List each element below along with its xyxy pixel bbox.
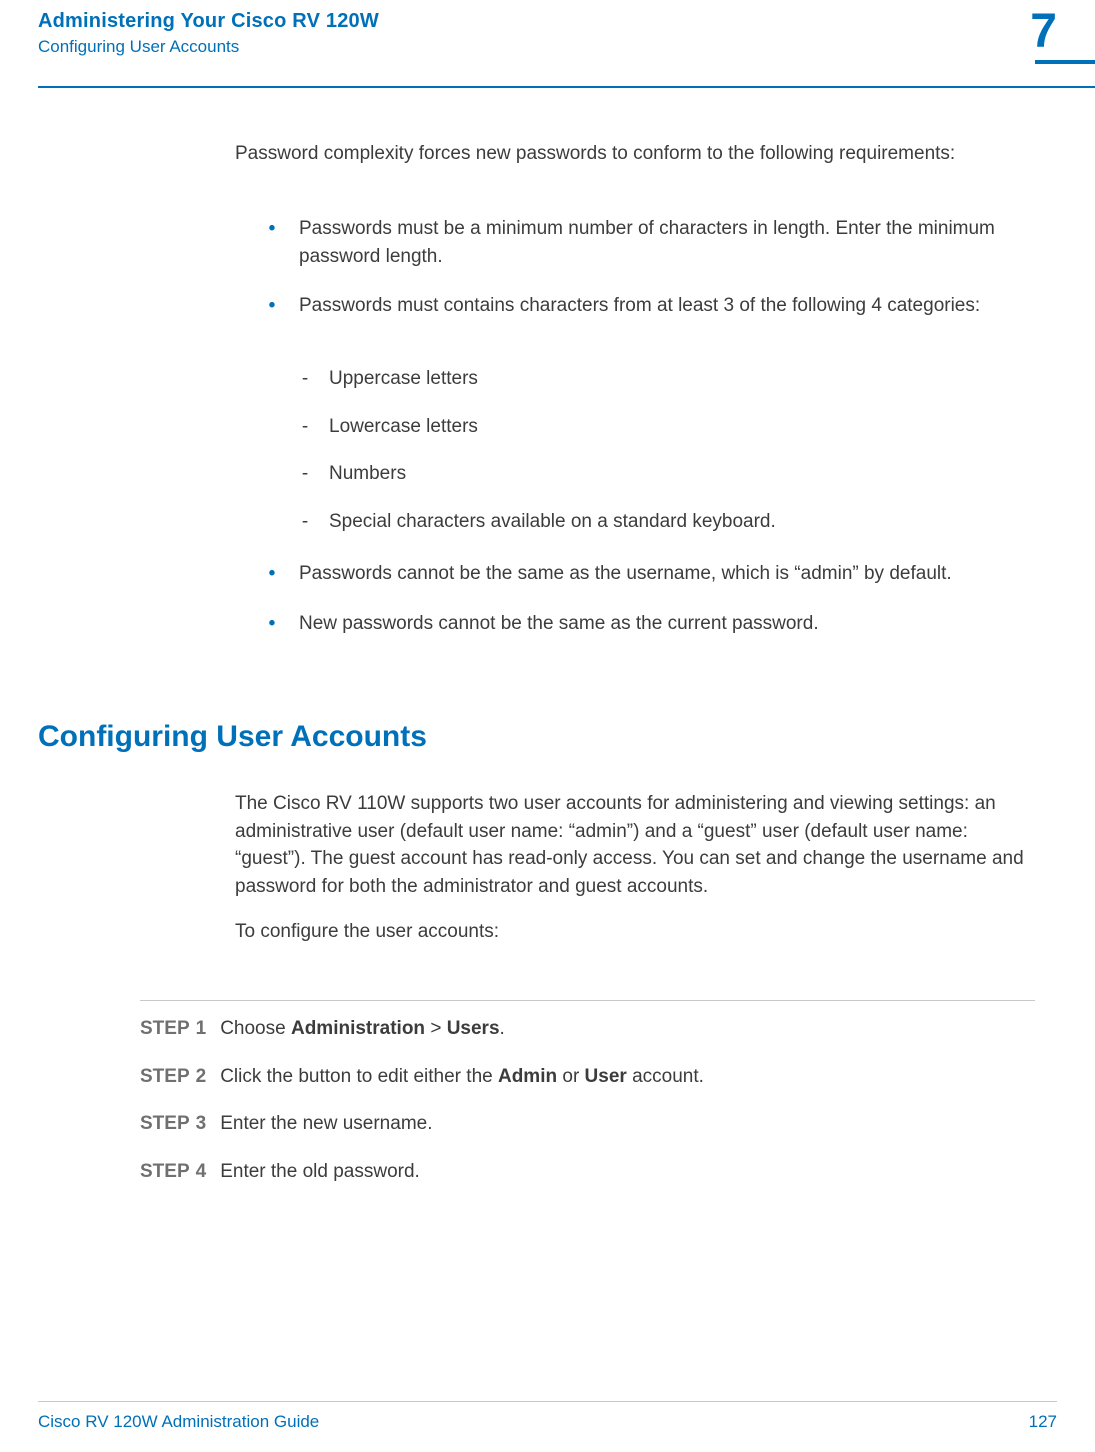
list-item: • New passwords cannot be the same as th… [235,610,1035,638]
bullet-text: Passwords must be a minimum number of ch… [299,215,1035,270]
chapter-number: 7 [1030,4,1057,59]
step-text-part: Choose [220,1018,291,1039]
steps-block: STEP 1 Choose Administration > Users. ST… [140,1000,1035,1185]
section-heading: Configuring User Accounts [38,720,427,754]
step-text-bold: Admin [498,1066,557,1087]
step-text-bold: Users [447,1018,500,1039]
step-label: STEP [140,1015,190,1043]
section-heading-wrap: Configuring User Accounts [38,720,427,754]
page-footer: Cisco RV 120W Administration Guide 127 [38,1412,1057,1432]
list-item: - Special characters available on a stan… [235,508,1035,536]
step-row: STEP 1 Choose Administration > Users. [140,1015,1035,1043]
step-text-part: Enter the old password. [220,1161,420,1182]
step-text-part: > [425,1018,447,1039]
intro-block: Password complexity forces new passwords… [235,140,1035,168]
bullet-list: • Passwords must be a minimum number of … [235,215,1035,320]
sub-bullet-text: Special characters available on a standa… [329,508,776,536]
step-number: 4 [190,1158,221,1186]
section-body: The Cisco RV 110W supports two user acco… [235,790,1035,946]
header-subtitle: Configuring User Accounts [38,37,1057,57]
step-text-part: or [557,1066,584,1087]
footer-left: Cisco RV 120W Administration Guide [38,1412,319,1432]
sub-bullet-text: Uppercase letters [329,365,478,393]
step-label: STEP [140,1063,190,1091]
step-text-part: Enter the new username. [220,1113,432,1134]
bullet-list-after: • Passwords cannot be the same as the us… [235,560,1035,637]
sub-bullet-text: Lowercase letters [329,413,478,441]
step-text-part: Click the button to edit either the [220,1066,498,1087]
bullet-text: New passwords cannot be the same as the … [299,610,819,638]
dash-icon: - [299,413,311,441]
bullet-icon: • [265,610,279,638]
list-item: - Uppercase letters [235,365,1035,393]
list-item: • Passwords must contains characters fro… [235,292,1035,320]
header-title: Administering Your Cisco RV 120W [38,10,1057,33]
dash-icon: - [299,508,311,536]
dash-icon: - [299,365,311,393]
header-rule [38,86,1095,88]
section-para-1: The Cisco RV 110W supports two user acco… [235,790,1035,900]
sub-bullet-list: - Uppercase letters - Lowercase letters … [235,365,1035,535]
sub-bullet-text: Numbers [329,460,406,488]
page-header: Administering Your Cisco RV 120W Configu… [38,10,1057,57]
list-item: - Numbers [235,460,1035,488]
step-row: STEP 4 Enter the old password. [140,1158,1035,1186]
list-item: - Lowercase letters [235,413,1035,441]
dash-icon: - [299,460,311,488]
document-page: Administering Your Cisco RV 120W Configu… [0,0,1095,1452]
intro-lead: Password complexity forces new passwords… [235,140,1035,168]
step-text: Choose Administration > Users. [220,1015,505,1043]
step-row: STEP 3 Enter the new username. [140,1110,1035,1138]
step-row: STEP 2 Click the button to edit either t… [140,1063,1035,1091]
step-text: Enter the new username. [220,1110,432,1138]
bullet-text: Passwords cannot be the same as the user… [299,560,952,588]
bullet-icon: • [265,215,279,270]
step-number: 2 [190,1063,221,1091]
bullet-text: Passwords must contains characters from … [299,292,980,320]
footer-rule [38,1401,1057,1402]
step-number: 3 [190,1110,221,1138]
bullet-icon: • [265,560,279,588]
step-label: STEP [140,1158,190,1186]
step-number: 1 [190,1015,221,1043]
footer-right: 127 [1029,1412,1057,1432]
step-text: Enter the old password. [220,1158,420,1186]
list-item: • Passwords cannot be the same as the us… [235,560,1035,588]
step-text-bold: User [585,1066,627,1087]
step-text-part: . [500,1018,505,1039]
bullet-icon: • [265,292,279,320]
step-text-bold: Administration [291,1018,425,1039]
step-text-part: account. [627,1066,704,1087]
list-item: • Passwords must be a minimum number of … [235,215,1035,270]
section-para-2: To configure the user accounts: [235,918,1035,946]
step-text: Click the button to edit either the Admi… [220,1063,704,1091]
step-label: STEP [140,1110,190,1138]
